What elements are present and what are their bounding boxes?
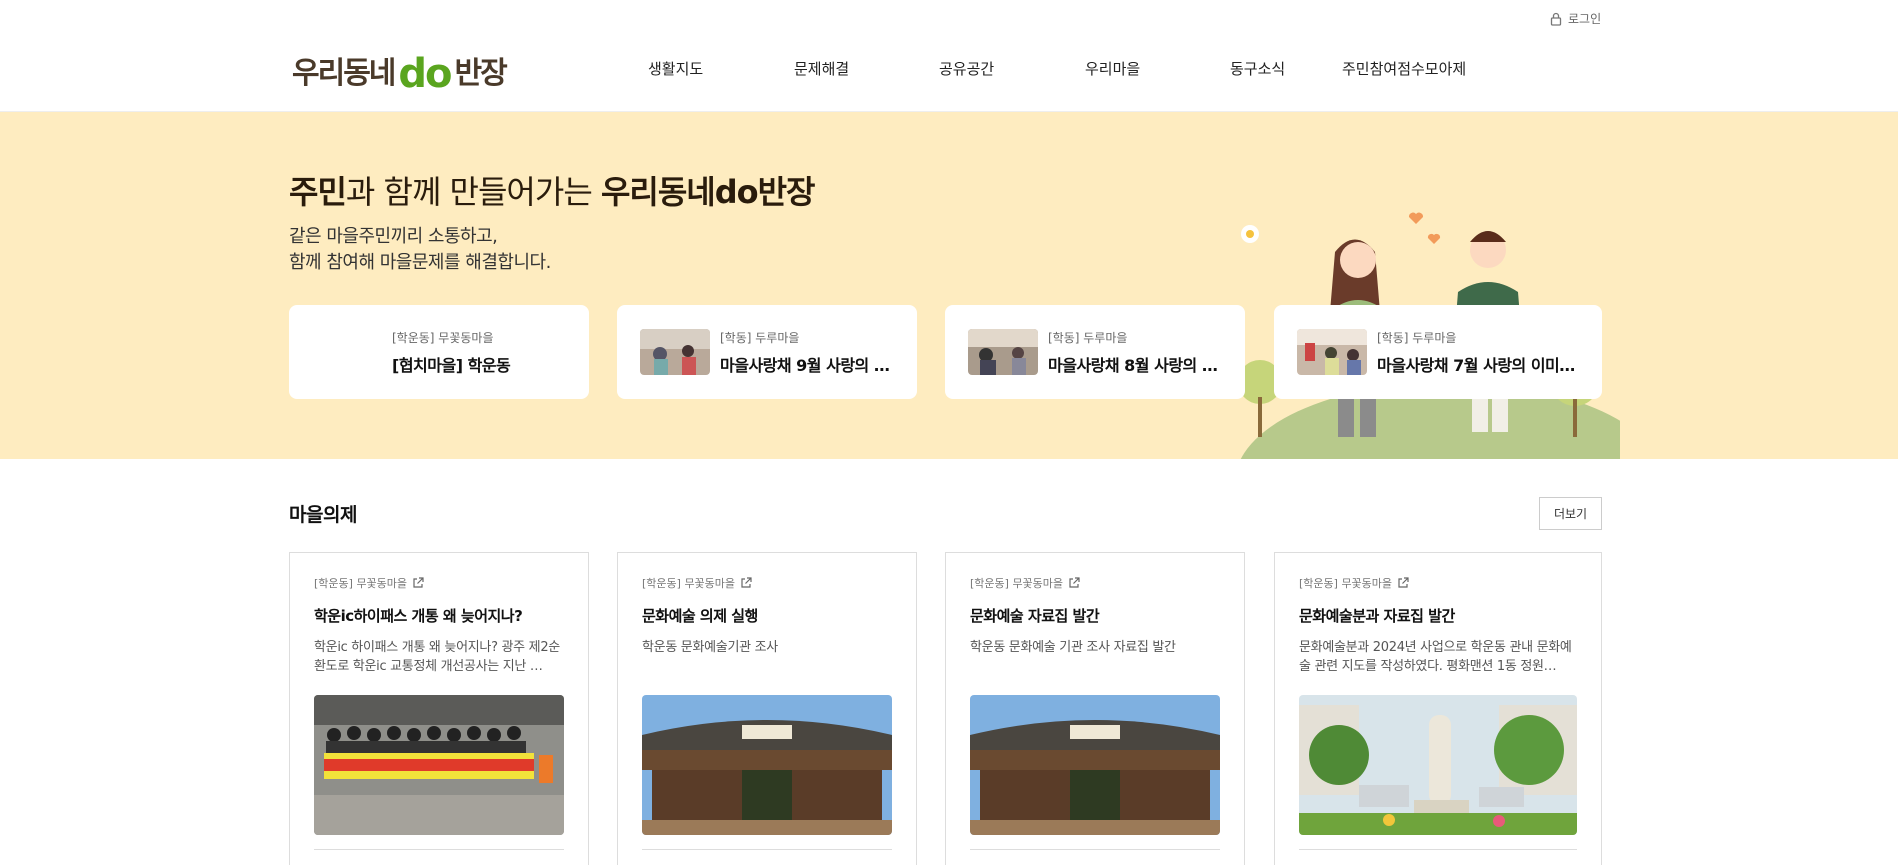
card-divider	[642, 849, 892, 850]
hero-card[interactable]: [학동] 두루마을 마을사랑채 7월 사랑의 이미용…	[1274, 305, 1602, 399]
agenda-card-photo	[970, 695, 1220, 835]
hero-card-title: 마을사랑채 8월 사랑의 …	[1048, 355, 1218, 375]
hero-card-meta: [학운동] 무꽃동마을	[392, 330, 494, 345]
agenda-card-village: [학운동] 무꽃동마을	[970, 577, 1064, 590]
agenda-card-meta: [학운동] 무꽃동마을	[1299, 575, 1577, 591]
hero-card[interactable]: [학운동] 무꽃동마을 [협치마을] 학운동	[289, 305, 589, 399]
hero-card[interactable]: [학동] 두루마을 마을사랑채 8월 사랑의 …	[945, 305, 1245, 399]
nav-item-shared-space[interactable]: 공유공간	[939, 58, 994, 79]
nav-item-our-village[interactable]: 우리마을	[1085, 58, 1140, 79]
lock-icon	[1550, 12, 1562, 26]
login-link[interactable]: 로그인	[1550, 10, 1601, 27]
nav-item-resident-points[interactable]: 주민참여점수모아제	[1342, 58, 1466, 79]
hero-card-title: 마을사랑채 7월 사랑의 이미용…	[1377, 355, 1579, 375]
agenda-card-title: 문화예술 자료집 발간	[970, 607, 1100, 625]
hero-subtitle: 같은 마을주민끼리 소통하고, 함께 참여해 마을문제를 해결합니다.	[289, 224, 551, 276]
agenda-card-title: 학운ic하이패스 개통 왜 늦어지나?	[314, 607, 523, 625]
agenda-card-description: 학운동 문화예술기관 조사	[642, 640, 778, 655]
hero-card-meta: [학동] 두루마을	[720, 330, 800, 345]
external-link-icon	[741, 577, 752, 588]
logo-text-post: 반장	[454, 56, 508, 91]
nav-item-district-news[interactable]: 동구소식	[1230, 58, 1285, 79]
agenda-card-meta: [학운동] 무꽃동마을	[314, 575, 564, 591]
agenda-card-title: 문화예술분과 자료집 발간	[1299, 607, 1455, 625]
agenda-card[interactable]: [학운동] 무꽃동마을 문화예술분과 자료집 발간 문화예술분과 2024년 사…	[1274, 552, 1602, 865]
hero-card-thumbnail	[968, 329, 1038, 375]
agenda-card[interactable]: [학운동] 무꽃동마을 문화예술 자료집 발간 학운동 문화예술 기관 조사 자…	[945, 552, 1245, 865]
logo-text-pre: 우리동네	[292, 56, 396, 91]
hero-card-title: [협치마을] 학운동	[392, 355, 511, 375]
card-divider	[314, 849, 564, 850]
agenda-card-village: [학운동] 무꽃동마을	[1299, 577, 1393, 590]
agenda-card-photo	[314, 695, 564, 835]
agenda-card-meta: [학운동] 무꽃동마을	[642, 575, 892, 591]
external-link-icon	[413, 577, 424, 588]
site-logo[interactable]: 우리동네 do 반장	[292, 48, 508, 97]
external-link-icon	[1398, 577, 1409, 588]
agenda-card[interactable]: [학운동] 무꽃동마을 학운ic하이패스 개통 왜 늦어지나? 학운ic 하이패…	[289, 552, 589, 865]
hero-title-bold2: 우리동네do반장	[600, 173, 816, 211]
hero-card-thumbnail-empty	[312, 329, 382, 375]
hero-subtitle-line1: 같은 마을주민끼리 소통하고,	[289, 226, 498, 247]
hero-card-meta: [학동] 두루마을	[1377, 330, 1457, 345]
agenda-card-village: [학운동] 무꽃동마을	[642, 577, 736, 590]
hero-subtitle-line2: 함께 참여해 마을문제를 해결합니다.	[289, 252, 551, 273]
hero-card[interactable]: [학동] 두루마을 마을사랑채 9월 사랑의 …	[617, 305, 917, 399]
agenda-card-description: 문화예술분과 2024년 사업으로 학운동 관내 문화예술 관련 지도를 작성하…	[1299, 640, 1572, 674]
more-button[interactable]: 더보기	[1539, 497, 1602, 530]
agenda-card-photo	[1299, 695, 1577, 835]
card-divider	[970, 849, 1220, 850]
card-divider	[1299, 849, 1577, 850]
hero-card-thumbnail	[640, 329, 710, 375]
agenda-card-description: 학운동 문화예술 기관 조사 자료집 발간	[970, 640, 1176, 655]
agenda-card-meta: [학운동] 무꽃동마을	[970, 575, 1220, 591]
hero-title-mid: 과 함께 만들어가는	[345, 173, 601, 211]
agenda-card[interactable]: [학운동] 무꽃동마을 문화예술 의제 실행 학운동 문화예술기관 조사	[617, 552, 917, 865]
agenda-card-photo	[642, 695, 892, 835]
login-label: 로그인	[1568, 12, 1602, 26]
nav-item-map[interactable]: 생활지도	[648, 58, 703, 79]
nav-item-problem-solving[interactable]: 문제해결	[794, 58, 849, 79]
hero-banner: 주민과 함께 만들어가는 우리동네do반장 같은 마을주민끼리 소통하고, 함께…	[0, 112, 1898, 459]
hero-title: 주민과 함께 만들어가는 우리동네do반장	[289, 167, 816, 213]
hero-title-bold1: 주민	[289, 173, 347, 211]
external-link-icon	[1069, 577, 1080, 588]
agenda-card-village: [학운동] 무꽃동마을	[314, 577, 408, 590]
site-header: 로그인 우리동네 do 반장 생활지도 문제해결 공유공간 우리마을 동구소식 …	[0, 0, 1898, 112]
agenda-card-title: 문화예술 의제 실행	[642, 607, 758, 625]
hero-card-title: 마을사랑채 9월 사랑의 …	[720, 355, 890, 375]
section-title-agenda: 마을의제	[289, 504, 357, 526]
logo-text-do: do	[398, 51, 452, 97]
hero-card-meta: [학동] 두루마을	[1048, 330, 1128, 345]
agenda-card-description: 학운ic 하이패스 개통 왜 늦어지나? 광주 제2순환도로 학운ic 교통정체…	[314, 640, 560, 674]
hero-card-thumbnail	[1297, 329, 1367, 375]
